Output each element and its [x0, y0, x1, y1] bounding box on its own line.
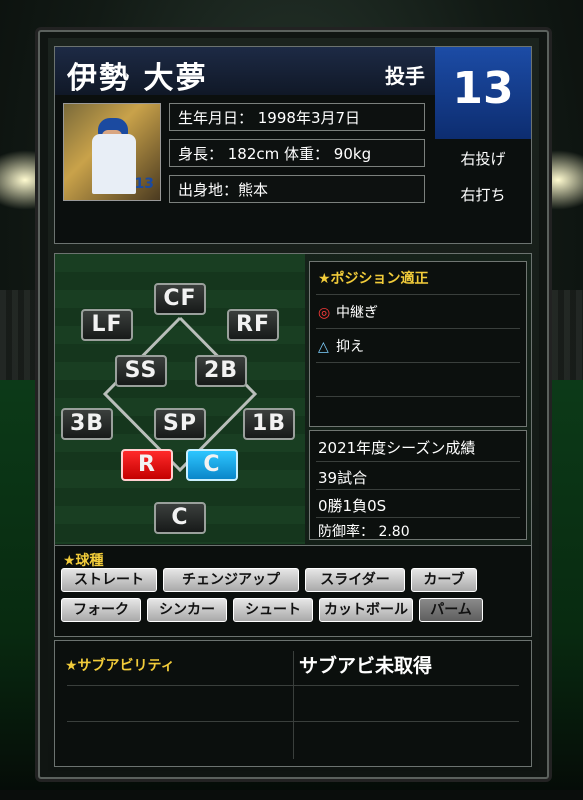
- aptitude-label: 中継ぎ: [336, 305, 378, 321]
- pos-relief[interactable]: R: [121, 449, 173, 481]
- pitch-types-panel: ★球種 ストレート チェンジアップ スライダー カーブ フォーク シンカー シュ…: [54, 545, 532, 637]
- pos-sp[interactable]: SP: [154, 408, 206, 440]
- diamond-area: CF LF RF SS 2B 3B SP 1B R C C: [55, 254, 305, 544]
- bottom-bar: [0, 790, 583, 800]
- triangle-icon: △: [318, 339, 329, 355]
- aptitude-label: 抑え: [336, 339, 364, 355]
- sub-ability-divider: [293, 651, 294, 759]
- sub-ability-status: サブアビ未取得: [299, 655, 433, 677]
- season-title: 2021年度シーズン成績: [318, 439, 476, 457]
- sub-ability-row-line: [67, 721, 519, 722]
- body-row: 身長： 182cm 体重： 90kg: [169, 139, 425, 167]
- pitch-shoot[interactable]: シュート: [233, 598, 313, 622]
- hometown-row: 出身地：熊本: [169, 175, 425, 203]
- player-photo: 13: [63, 103, 161, 201]
- pitch-fork[interactable]: フォーク: [61, 598, 141, 622]
- name-bar: 伊勢 大夢 投手: [55, 47, 435, 96]
- pos-3b[interactable]: 3B: [61, 408, 113, 440]
- pitch-palm[interactable]: パーム: [419, 598, 483, 622]
- season-era: 防御率： 2.80: [318, 524, 410, 540]
- uniform-number-box: 13: [435, 47, 531, 139]
- aptitude-divider: [316, 362, 520, 363]
- aptitude-title: ★ポジション適正: [318, 271, 429, 287]
- player-name: 伊勢 大夢: [67, 61, 208, 96]
- pitch-cutball[interactable]: カットボール: [319, 598, 413, 622]
- pos-closer[interactable]: C: [186, 449, 238, 481]
- pos-2b[interactable]: 2B: [195, 355, 247, 387]
- pitch-curve[interactable]: カーブ: [411, 568, 477, 592]
- birthdate-row: 生年月日： 1998年3月7日: [169, 103, 425, 131]
- sub-ability-row-line: [67, 685, 519, 686]
- photo-uniform: [92, 134, 136, 194]
- bats-label: 右打ち: [460, 186, 506, 204]
- sub-ability-panel: ★サブアビリティ サブアビ未取得: [54, 640, 532, 767]
- pos-ss[interactable]: SS: [115, 355, 167, 387]
- position-panel: CF LF RF SS 2B 3B SP 1B R C C ★ポジション適正 ◎…: [54, 253, 532, 547]
- player-position: 投手: [385, 64, 425, 88]
- player-card: 伊勢 大夢 投手 13 13 生年月日： 1998年3月7日 身長： 182cm…: [38, 30, 549, 779]
- season-divider: [316, 461, 520, 462]
- season-games: 39試合: [318, 469, 368, 487]
- aptitude-divider: [316, 294, 520, 295]
- pitch-changeup[interactable]: チェンジアップ: [163, 568, 299, 592]
- aptitude-item: △ 抑え: [318, 336, 364, 356]
- pitch-types-title: ★球種: [63, 553, 104, 569]
- position-aptitude-box: ★ポジション適正 ◎ 中継ぎ △ 抑え: [309, 261, 527, 427]
- player-header: 伊勢 大夢 投手 13 13 生年月日： 1998年3月7日 身長： 182cm…: [54, 46, 532, 244]
- aptitude-item: ◎ 中継ぎ: [318, 302, 378, 322]
- aptitude-divider: [316, 328, 520, 329]
- aptitude-divider: [316, 396, 520, 397]
- pos-cf[interactable]: CF: [154, 283, 206, 315]
- pitch-sinker[interactable]: シンカー: [147, 598, 227, 622]
- pos-lf[interactable]: LF: [81, 309, 133, 341]
- season-record: 0勝1負0S: [318, 497, 387, 515]
- double-circle-icon: ◎: [318, 305, 331, 321]
- pos-catcher[interactable]: C: [154, 502, 206, 534]
- pos-1b[interactable]: 1B: [243, 408, 295, 440]
- uniform-number: 13: [452, 63, 514, 114]
- pitch-straight[interactable]: ストレート: [61, 568, 157, 592]
- throws-label: 右投げ: [460, 150, 506, 168]
- season-divider: [316, 489, 520, 490]
- photo-jersey-number: 13: [134, 176, 154, 192]
- season-stats-box: 2021年度シーズン成績 39試合 0勝1負0S 防御率： 2.80: [309, 430, 527, 540]
- pos-rf[interactable]: RF: [227, 309, 279, 341]
- pitch-slider[interactable]: スライダー: [305, 568, 405, 592]
- season-divider: [316, 517, 520, 518]
- sub-ability-title: ★サブアビリティ: [65, 658, 175, 674]
